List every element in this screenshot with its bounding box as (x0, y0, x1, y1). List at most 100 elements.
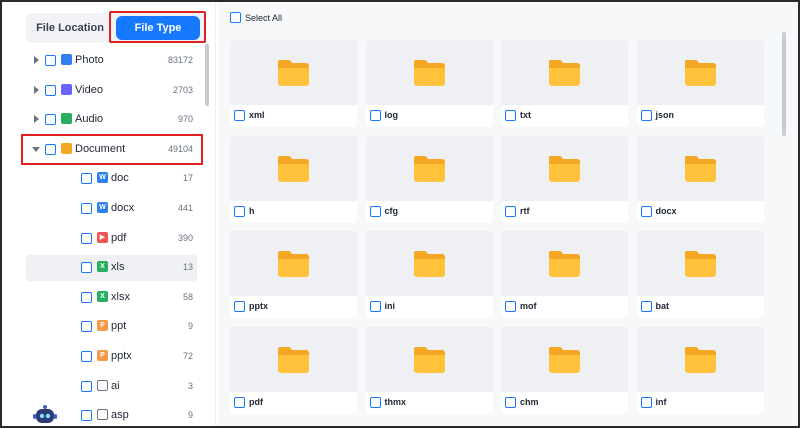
tree-item-checkbox[interactable] (81, 232, 92, 244)
file-checkbox[interactable] (234, 396, 245, 408)
file-checkbox[interactable] (234, 205, 245, 217)
word-icon: W (97, 202, 108, 213)
tree-item-checkbox[interactable] (45, 114, 56, 126)
file-card-footer: pdf (230, 391, 357, 414)
file-checkbox[interactable] (234, 110, 245, 121)
file-thumbnail[interactable] (230, 231, 357, 296)
tree-item-document[interactable]: Document 49104 (26, 137, 197, 163)
tree-item-checkbox[interactable] (81, 173, 92, 185)
ppt-icon: P (97, 350, 108, 361)
file-card[interactable]: chm (501, 326, 628, 414)
tree-item-checkbox[interactable] (45, 55, 56, 66)
tab-file-type[interactable]: File Type (116, 16, 200, 40)
file-checkbox[interactable] (369, 205, 381, 217)
tree-item-count: 2703 (172, 84, 193, 95)
tree-item-video[interactable]: Video 2703 (26, 78, 197, 104)
sidebar-scrollbar[interactable] (205, 44, 209, 106)
file-card[interactable]: bat (636, 231, 764, 318)
file-card-footer: h (230, 200, 357, 223)
file-checkbox[interactable] (505, 110, 516, 121)
file-checkbox[interactable] (505, 396, 516, 408)
file-card[interactable]: pptx (230, 231, 357, 318)
file-card[interactable]: pdf (230, 326, 357, 414)
file-card[interactable]: docx (636, 135, 764, 223)
tree-item-checkbox[interactable] (81, 410, 92, 422)
tree-item-pdf[interactable]: ▶ pdf 390 (26, 226, 197, 252)
tree-item-doc[interactable]: Wdoc 17 (26, 166, 197, 192)
file-card[interactable]: log (365, 40, 493, 127)
file-thumbnail[interactable] (366, 327, 493, 392)
file-thumbnail[interactable] (637, 40, 764, 105)
tree-item-ai[interactable]: ai 3 (26, 374, 197, 400)
file-checkbox[interactable] (369, 396, 381, 408)
tree-item-checkbox[interactable] (81, 380, 92, 392)
file-card-footer: ini (365, 296, 493, 318)
file-card[interactable]: rtf (501, 135, 628, 223)
tree-item-xlsx[interactable]: Xxlsx 58 (26, 285, 197, 311)
file-thumbnail[interactable] (637, 327, 764, 392)
file-thumbnail[interactable] (501, 136, 628, 201)
file-thumbnail[interactable] (366, 231, 493, 296)
tree-item-checkbox[interactable] (81, 291, 92, 303)
file-checkbox[interactable] (369, 301, 381, 312)
select-all-checkbox[interactable] (230, 12, 241, 24)
tree-item-checkbox[interactable] (81, 321, 92, 333)
file-card[interactable]: inf (636, 326, 764, 414)
file-thumbnail[interactable] (230, 136, 357, 201)
tree-item-checkbox[interactable] (81, 351, 92, 362)
file-checkbox[interactable] (640, 205, 652, 217)
file-thumbnail[interactable] (501, 231, 628, 296)
file-thumbnail[interactable] (637, 136, 764, 201)
file-card-footer: inf (636, 391, 764, 414)
file-checkbox[interactable] (234, 301, 245, 312)
folder-icon (278, 60, 309, 86)
tree-item-xls[interactable]: Xxls 13 (26, 255, 197, 282)
tree-item-photo[interactable]: Photo 83172 (26, 48, 197, 74)
file-card[interactable]: h (230, 135, 357, 223)
file-type-name: thmx (384, 396, 407, 407)
file-card[interactable]: txt (501, 40, 628, 127)
folder-icon (684, 251, 716, 277)
tree-item-checkbox[interactable] (45, 143, 56, 155)
file-thumbnail[interactable] (230, 40, 357, 105)
file-card[interactable]: cfg (365, 135, 493, 223)
tree-item-checkbox[interactable] (81, 203, 92, 214)
tree-item-ppt[interactable]: Pppt 9 (26, 314, 197, 340)
file-checkbox[interactable] (505, 301, 516, 312)
tree-item-docx[interactable]: Wdocx 441 (26, 196, 197, 222)
chevron-right-icon[interactable] (34, 115, 39, 124)
file-type-name: bat (655, 301, 670, 311)
tree-item-checkbox[interactable] (45, 84, 56, 96)
tree-item-checkbox[interactable] (81, 262, 92, 274)
tree-item-pptx[interactable]: Ppptx 72 (26, 344, 197, 370)
file-card[interactable]: json (636, 40, 764, 127)
grid-scrollbar[interactable] (782, 32, 786, 136)
file-thumbnail[interactable] (501, 40, 628, 105)
file-thumbnail[interactable] (230, 327, 357, 392)
tree-item-count: 9 (187, 410, 193, 421)
tree-item-label: docx (111, 202, 135, 214)
file-checkbox[interactable] (640, 301, 652, 312)
chevron-down-icon[interactable] (32, 146, 40, 152)
file-card[interactable]: mof (501, 231, 628, 318)
file-thumbnail[interactable] (366, 136, 493, 201)
tree-item-audio[interactable]: Audio 970 (26, 107, 197, 133)
assistant-bot-icon[interactable] (32, 405, 58, 428)
view-tabs: File Location File Type (26, 13, 206, 43)
file-card-footer: chm (501, 391, 628, 414)
file-thumbnail[interactable] (501, 327, 628, 392)
file-card[interactable]: xml (230, 40, 357, 127)
chevron-right-icon[interactable] (34, 85, 39, 94)
select-all-control[interactable]: Select All (230, 12, 282, 24)
file-thumbnail[interactable] (637, 231, 764, 296)
file-checkbox[interactable] (640, 110, 652, 121)
tab-file-location[interactable]: File Location (26, 13, 114, 43)
file-card[interactable]: ini (365, 231, 493, 318)
file-checkbox[interactable] (640, 396, 652, 408)
file-thumbnail[interactable] (366, 40, 493, 105)
file-card[interactable]: thmx (365, 326, 493, 414)
chevron-right-icon[interactable] (34, 56, 39, 64)
file-checkbox[interactable] (369, 110, 381, 121)
file-checkbox[interactable] (505, 205, 516, 217)
folder-icon (413, 60, 445, 86)
